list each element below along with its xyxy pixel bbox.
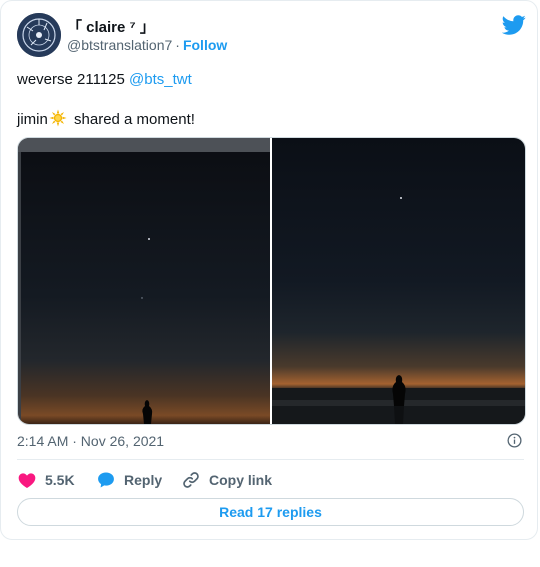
- reply-bubble-icon: [98, 472, 114, 488]
- avatar[interactable]: [17, 13, 61, 57]
- photo-right[interactable]: [272, 138, 525, 424]
- link-icon: [183, 472, 199, 488]
- copy-link-label: Copy link: [209, 472, 273, 488]
- author-handle-line: @btstranslation7 · Follow: [67, 37, 227, 53]
- reply-label: Reply: [124, 472, 163, 488]
- follow-button[interactable]: Follow: [183, 37, 227, 53]
- tweet-text-suffix: shared a moment!: [69, 111, 195, 128]
- author-handle[interactable]: @btstranslation7: [67, 37, 172, 53]
- timestamp[interactable]: 2:14 AM · Nov 26, 2021: [17, 433, 164, 449]
- tweet-text-prefix: jimin: [17, 111, 48, 128]
- reply-button[interactable]: Reply: [96, 470, 162, 490]
- copy-link-button[interactable]: Copy link: [181, 470, 272, 490]
- like-count: 5.5K: [45, 472, 75, 488]
- tweet-card: 「 claire ⁷ 」 @btstranslation7 · Follow wev…: [0, 0, 538, 540]
- like-button[interactable]: 5.5K: [17, 470, 75, 490]
- sun-emoji-icon: [49, 109, 67, 127]
- heart-icon: [18, 473, 36, 488]
- photo-left[interactable]: [18, 138, 270, 424]
- info-icon[interactable]: [507, 433, 522, 448]
- tweet-text: weverse 211125: [17, 71, 130, 88]
- media-grid[interactable]: [17, 137, 526, 425]
- divider: [17, 459, 524, 460]
- tweet-text-line-2: jimin shared a moment!: [17, 109, 195, 128]
- tweet-text-line-1: weverse 211125 @bts_twt: [17, 71, 192, 88]
- author-name[interactable]: 「 claire ⁷ 」: [67, 16, 155, 37]
- read-replies-button[interactable]: Read 17 replies: [17, 498, 524, 526]
- separator: ·: [175, 37, 180, 53]
- twitter-bird-icon[interactable]: [502, 13, 526, 37]
- mention-link[interactable]: @bts_twt: [129, 71, 192, 88]
